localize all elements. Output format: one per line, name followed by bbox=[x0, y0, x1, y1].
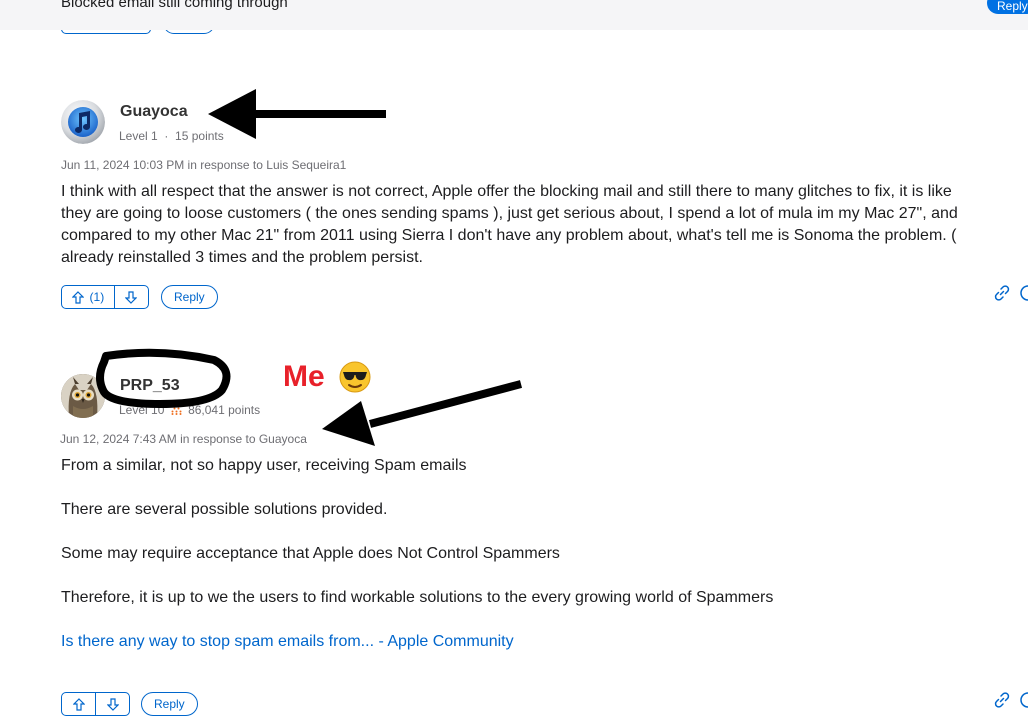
sunglasses-emoji-icon bbox=[339, 361, 371, 393]
post2-level: Level 10 bbox=[119, 403, 165, 417]
owl-icon bbox=[61, 374, 105, 418]
post1-in-response-user[interactable]: Luis Sequeira1 bbox=[266, 158, 346, 172]
post1-more-icon[interactable] bbox=[1019, 284, 1028, 302]
post1-body: I think with all respect that the answer… bbox=[61, 181, 958, 269]
post1-username[interactable]: Guayoca bbox=[120, 103, 188, 121]
post2-in-response-prefix: in response to bbox=[180, 432, 256, 446]
post1-body-line: they are going to loose customers ( the … bbox=[61, 205, 958, 222]
post2-username[interactable]: PRP_53 bbox=[120, 377, 180, 395]
post1-level: Level 1 bbox=[119, 129, 158, 143]
post2-in-response-user[interactable]: Guayoca bbox=[259, 432, 307, 446]
post1-copy-link-icon[interactable] bbox=[993, 284, 1011, 302]
post2-level-points: Level 10 86,041 points bbox=[119, 403, 260, 417]
down-arrow-icon bbox=[125, 290, 138, 304]
avatar-owl[interactable] bbox=[61, 374, 105, 418]
arrow-pointing-guayoca bbox=[208, 89, 386, 139]
post2-community-link[interactable]: Is there any way to stop spam emails fro… bbox=[61, 631, 514, 653]
reply-button-header[interactable]: Reply bbox=[987, 0, 1028, 14]
post2-points: 86,041 points bbox=[188, 403, 261, 417]
post2-downvote-button[interactable] bbox=[95, 693, 129, 715]
post2-upvote-button[interactable] bbox=[62, 693, 95, 715]
post2-more-icon[interactable] bbox=[1019, 691, 1028, 709]
avatar-itunes[interactable] bbox=[61, 100, 105, 144]
post2-paragraph: Therefore, it is up to we the users to f… bbox=[61, 589, 774, 606]
down-arrow-icon bbox=[106, 697, 119, 711]
thread-header-bar: Blocked email still coming through Reply bbox=[0, 0, 1028, 30]
thumb-up-arrow-icon bbox=[72, 697, 85, 711]
thread-title: Blocked email still coming through bbox=[61, 0, 288, 11]
post2-vote-group bbox=[61, 692, 130, 716]
post1-reply-button[interactable]: Reply bbox=[161, 285, 218, 309]
post2-timestamp: Jun 12, 2024 7:43 AM in response to Guay… bbox=[60, 432, 307, 446]
post1-level-points: Level 1 · 15 points bbox=[119, 129, 224, 143]
post1-body-line: I think with all respect that the answer… bbox=[61, 183, 952, 200]
post2-copy-link-icon[interactable] bbox=[993, 691, 1011, 709]
post2-paragraph: Some may require acceptance that Apple d… bbox=[61, 545, 560, 562]
post1-in-response-prefix: in response to bbox=[187, 158, 263, 172]
post1-vote-count: (1) bbox=[89, 290, 105, 304]
post2-paragraph: From a similar, not so happy user, recei… bbox=[61, 457, 467, 474]
me-annotation-label: Me bbox=[283, 360, 325, 393]
post1-downvote-button[interactable] bbox=[113, 286, 148, 308]
post1-body-line: compared to my other Mac 21" from 2011 u… bbox=[61, 227, 957, 244]
post2-paragraph: There are several possible solutions pro… bbox=[61, 501, 388, 518]
post2-date: Jun 12, 2024 7:43 AM bbox=[60, 432, 177, 446]
itunes-icon bbox=[61, 100, 105, 144]
post1-timestamp: Jun 11, 2024 10:03 PM in response to Lui… bbox=[61, 158, 346, 172]
post1-body-line: already reinstalled 3 times and the prob… bbox=[61, 249, 423, 266]
post1-points: 15 points bbox=[175, 129, 224, 143]
post2-reply-button[interactable]: Reply bbox=[141, 692, 198, 716]
meta-dot: · bbox=[161, 129, 176, 143]
post1-vote-group: (1) bbox=[61, 285, 149, 309]
post1-upvote-button[interactable]: (1) bbox=[62, 286, 114, 308]
post1-date: Jun 11, 2024 10:03 PM bbox=[61, 158, 185, 172]
arrow-pointing-prp53 bbox=[322, 380, 523, 446]
level-pyramid-icon bbox=[171, 404, 182, 415]
thumb-up-arrow-icon bbox=[71, 290, 84, 304]
